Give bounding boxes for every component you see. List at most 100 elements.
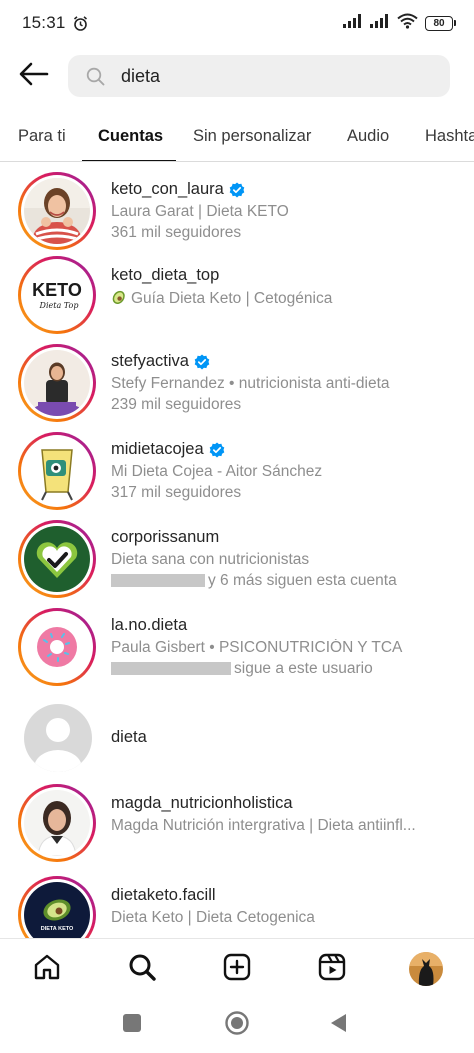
username: keto_con_laura	[111, 180, 458, 199]
username: la.no.dieta	[111, 616, 188, 634]
username: midietacojea	[111, 440, 458, 459]
verified-badge-icon	[209, 442, 225, 458]
reels-icon	[318, 953, 346, 986]
result-info: keto_con_laura Laura Garat | Dieta KETO …	[111, 180, 458, 242]
list-item[interactable]: corporissanum Dieta sana con nutricionis…	[0, 520, 474, 606]
battery-icon: 80	[425, 15, 456, 31]
signal-icon-2	[370, 13, 390, 33]
username: dietaketo.facill	[111, 886, 216, 904]
username: stefyactiva	[111, 352, 458, 371]
story-ring	[18, 172, 96, 250]
status-bar: 15:31 80	[0, 0, 474, 46]
story-ring: KETO Dieta Top	[18, 256, 96, 334]
nav-search[interactable]	[124, 951, 160, 987]
avatar[interactable]	[24, 704, 92, 772]
avatar[interactable]	[24, 526, 90, 592]
list-item[interactable]: midietacojea Mi Dieta Cojea - Aitor Sánc…	[0, 432, 474, 518]
full-name: Mi Dieta Cojea - Aitor Sánchez	[111, 463, 323, 480]
story-ring	[18, 784, 96, 862]
full-name: Guía Dieta Keto | Cetogénica	[111, 289, 458, 310]
search-icon	[128, 953, 156, 986]
signal-icon	[343, 13, 363, 33]
arrow-left-icon	[19, 62, 49, 91]
avatar[interactable]	[24, 350, 90, 416]
verified-badge-icon	[194, 354, 210, 370]
back-button-system[interactable]	[324, 1010, 354, 1040]
search-icon	[86, 67, 105, 86]
search-input[interactable]	[121, 65, 401, 87]
result-info: keto_dieta_top Guía Dieta Keto | Cetogén…	[111, 266, 458, 310]
list-item[interactable]: la.no.dieta Paula Gisbert • PSICONUTRICI…	[0, 608, 474, 694]
avatar[interactable]	[24, 614, 90, 680]
username: magda_nutricionholistica	[111, 794, 293, 812]
tab-para-ti[interactable]: Para ti	[18, 114, 66, 161]
profile-avatar	[409, 952, 443, 986]
result-info: midietacojea Mi Dieta Cojea - Aitor Sánc…	[111, 440, 458, 502]
nav-profile[interactable]	[408, 951, 444, 987]
tab-hashtags[interactable]: Hashtags	[425, 114, 474, 161]
list-item[interactable]: KETO Dieta Top keto_dieta_top Guía Dieta…	[0, 256, 474, 342]
full-name: Stefy Fernandez • nutricionista anti-die…	[111, 375, 390, 392]
follower-count: 239 mil seguidores	[111, 396, 242, 413]
avatar[interactable]	[24, 790, 90, 856]
list-item[interactable]: dieta	[0, 696, 474, 782]
search-header	[0, 54, 474, 98]
story-ring: DIETA KETO	[18, 876, 96, 938]
bottom-nav	[0, 938, 474, 998]
story-ring	[18, 520, 96, 598]
tab-cuentas[interactable]: Cuentas	[98, 114, 163, 161]
list-item[interactable]: keto_con_laura Laura Garat | Dieta KETO …	[0, 168, 474, 254]
home-icon	[33, 953, 61, 986]
story-ring	[18, 344, 96, 422]
avatar[interactable]: KETO Dieta Top	[24, 262, 90, 328]
tab-audio[interactable]: Audio	[347, 114, 389, 161]
story-ring	[18, 608, 96, 686]
nav-reels[interactable]	[314, 951, 350, 987]
avatar[interactable]: DIETA KETO	[24, 882, 90, 938]
mutual-followers: y 6 más siguen esta cuenta	[111, 572, 458, 590]
story-ring	[18, 432, 96, 510]
account-results-list: keto_con_laura Laura Garat | Dieta KETO …	[0, 164, 474, 938]
tab-sin-personalizar[interactable]: Sin personalizar	[193, 114, 311, 161]
logo-dieta-top-text: Dieta Top	[39, 301, 79, 310]
status-icons: 80	[343, 13, 456, 34]
avocado-emoji-icon	[111, 289, 127, 310]
circle-icon	[224, 1010, 250, 1041]
triangle-back-icon	[328, 1012, 350, 1039]
status-time: 15:31	[22, 13, 66, 32]
follower-count: 317 mil seguidores	[111, 484, 242, 501]
logo-dieta-keto-text: DIETA KETO	[41, 926, 74, 932]
recents-button[interactable]	[117, 1010, 147, 1040]
avatar[interactable]	[24, 438, 90, 504]
full-name: Magda Nutrición intergrativa | Dieta ant…	[111, 817, 416, 834]
avatar[interactable]	[24, 178, 90, 244]
full-name: Paula Gisbert • PSICONUTRICIÓN Y TCA	[111, 639, 403, 656]
alarm-icon	[72, 15, 89, 32]
system-nav-bar	[0, 998, 474, 1053]
nav-home[interactable]	[29, 951, 65, 987]
full-name: Dieta Keto | Dieta Cetogenica	[111, 909, 315, 926]
full-name: Laura Garat | Dieta KETO	[111, 203, 289, 220]
create-icon	[223, 953, 251, 986]
result-info: magda_nutricionholistica Magda Nutrición…	[111, 794, 458, 835]
logo-keto-text: KETO	[32, 280, 82, 300]
username: dieta	[111, 728, 147, 746]
list-item[interactable]: stefyactiva Stefy Fernandez • nutricioni…	[0, 344, 474, 430]
redacted-block	[111, 662, 231, 676]
result-info: dietaketo.facill Dieta Keto | Dieta Ceto…	[111, 886, 458, 927]
nav-create[interactable]	[219, 951, 255, 987]
active-tab-indicator	[82, 160, 176, 161]
result-info: corporissanum Dieta sana con nutricionis…	[111, 528, 458, 590]
redacted-block	[111, 574, 205, 588]
result-info: dieta	[111, 728, 458, 747]
back-button[interactable]	[16, 58, 52, 94]
list-item[interactable]: magda_nutricionholistica Magda Nutrición…	[0, 784, 474, 870]
search-box[interactable]	[68, 55, 450, 97]
home-button[interactable]	[222, 1010, 252, 1040]
result-info: stefyactiva Stefy Fernandez • nutricioni…	[111, 352, 458, 414]
username: keto_dieta_top	[111, 266, 220, 284]
list-item[interactable]: DIETA KETO dietaketo.facill Dieta Keto |…	[0, 872, 474, 938]
username: corporissanum	[111, 528, 220, 546]
search-tabs: Para ti Cuentas Sin personalizar Audio H…	[0, 114, 474, 162]
battery-level: 80	[425, 15, 453, 31]
